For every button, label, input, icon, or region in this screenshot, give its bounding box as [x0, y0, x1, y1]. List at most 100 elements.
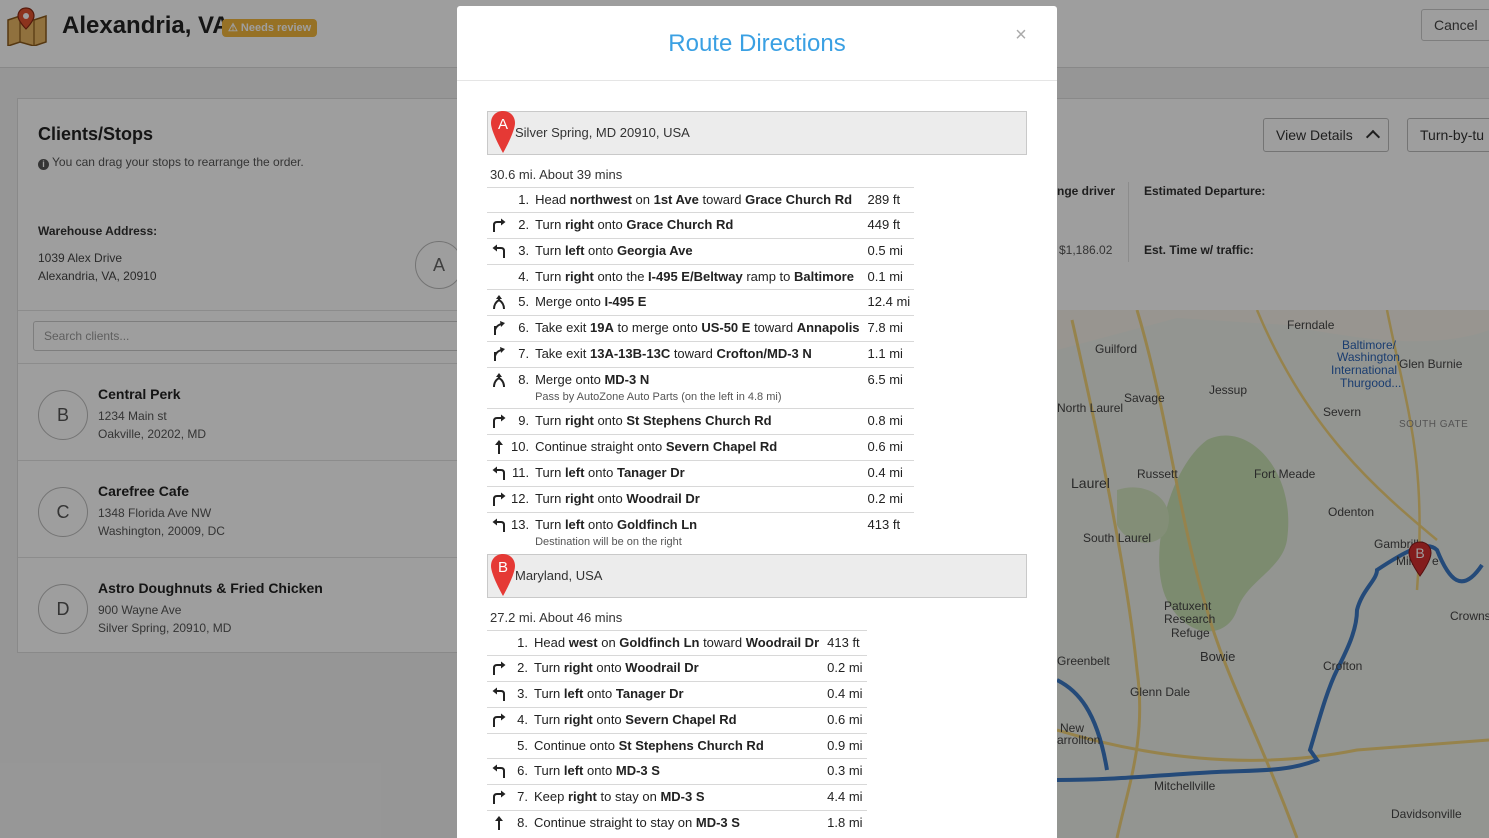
- instruction-highlight: MD-3 S: [660, 789, 705, 804]
- step-number: 6.: [511, 758, 534, 785]
- step-icon-cell: [487, 512, 511, 553]
- step-instruction: Turn right onto Woodrail Dr: [534, 655, 828, 682]
- step-number: 4.: [511, 264, 536, 290]
- direction-step: 6. Turn left onto MD-3 S 0.3 mi: [487, 758, 867, 785]
- instruction-highlight: 13A-13B-13C: [590, 346, 671, 361]
- step-number: 5.: [511, 733, 534, 759]
- turn-left-icon: [492, 687, 505, 701]
- instruction-text: onto: [584, 243, 617, 258]
- instruction-text: Head: [534, 635, 569, 650]
- ramp-right-icon: [494, 321, 505, 335]
- instruction-highlight: right: [564, 217, 594, 232]
- step-instruction: Keep right to stay on MD-3 S: [534, 784, 828, 811]
- turn-right-icon: [493, 661, 506, 675]
- instruction-highlight: Severn Chapel Rd: [625, 712, 737, 727]
- leg-summary: 27.2 mi. About 46 mins: [490, 610, 623, 625]
- step-instruction: Turn right onto the I-495 E/Beltway ramp…: [535, 264, 868, 290]
- step-instruction: Continue onto St Stephens Church Rd: [534, 733, 828, 759]
- instruction-highlight: left: [563, 763, 584, 778]
- step-distance: 0.9 mi: [827, 733, 867, 759]
- instruction-highlight: MD-3 N: [604, 372, 650, 387]
- instruction-text: Continue straight to stay on: [534, 815, 696, 830]
- step-distance: 0.4 mi: [867, 460, 915, 487]
- instruction-highlight: Grace Church Rd: [626, 217, 734, 232]
- step-instruction: Merge onto MD-3 N Pass by AutoZone Auto P…: [535, 367, 868, 409]
- instruction-highlight: MD-3 S: [695, 815, 740, 830]
- merge-icon: [493, 295, 505, 310]
- instruction-text: Merge onto: [535, 372, 605, 387]
- instruction-highlight: west: [568, 635, 598, 650]
- ramp-right-icon: [494, 347, 505, 361]
- step-icon-cell: [487, 434, 511, 461]
- step-number: 3.: [511, 238, 536, 265]
- step-icon-cell: [487, 238, 511, 265]
- step-distance: 0.2 mi: [827, 655, 867, 682]
- instruction-text: toward: [670, 346, 717, 361]
- directions-table: 1. Head west on Goldfinch Ln toward Woodr…: [487, 630, 867, 836]
- waypoint-address: Maryland, USA: [515, 568, 603, 583]
- step-icon-cell: [487, 460, 511, 487]
- step-icon-cell: [487, 408, 511, 435]
- instruction-highlight: Crofton/MD-3 N: [716, 346, 812, 361]
- step-icon-cell: [487, 486, 511, 513]
- step-instruction: Take exit 13A-13B-13C toward Crofton/MD-…: [535, 341, 868, 368]
- instruction-text: Head: [535, 192, 570, 207]
- step-instruction: Head northwest on 1st Ave toward Grace C…: [535, 187, 868, 213]
- direction-step: 2. Turn right onto Woodrail Dr 0.2 mi: [487, 655, 867, 682]
- step-instruction: Turn right onto Grace Church Rd: [535, 212, 868, 239]
- instruction-text: Take exit: [535, 320, 590, 335]
- instruction-highlight: left: [564, 465, 585, 480]
- instruction-highlight: Georgia Ave: [616, 243, 693, 258]
- direction-step: 4. Turn right onto the I-495 E/Beltway ra…: [487, 264, 915, 290]
- step-instruction: Turn right onto Woodrail Dr: [535, 486, 868, 513]
- instruction-text: Turn: [534, 763, 564, 778]
- instruction-highlight: left: [563, 686, 584, 701]
- turn-left-icon: [492, 518, 505, 532]
- step-number: 2.: [511, 655, 534, 682]
- step-number: 10.: [511, 434, 536, 461]
- close-icon[interactable]: ×: [1011, 23, 1031, 47]
- direction-step: 1. Head northwest on 1st Ave toward Grace…: [487, 187, 915, 213]
- direction-step: 3. Turn left onto Georgia Ave 0.5 mi: [487, 238, 915, 265]
- instruction-highlight: Goldfinch Ln: [616, 517, 698, 532]
- instruction-highlight: right: [564, 413, 594, 428]
- step-icon-cell: [487, 810, 511, 836]
- step-distance: 1.1 mi: [867, 341, 915, 368]
- step-number: 4.: [511, 707, 534, 734]
- instruction-highlight: MD-3 S: [615, 763, 660, 778]
- instruction-highlight: St Stephens Church Rd: [626, 413, 772, 428]
- step-number: 8.: [511, 810, 534, 836]
- instruction-text: onto: [592, 660, 626, 675]
- direction-step: 11. Turn left onto Tanager Dr 0.4 mi: [487, 460, 915, 487]
- instruction-text: on: [631, 192, 654, 207]
- directions-table: 1. Head northwest on 1st Ave toward Grace…: [487, 187, 915, 553]
- instruction-text: Continue straight onto: [535, 439, 666, 454]
- direction-step: 5. Merge onto I-495 E 12.4 mi: [487, 289, 915, 316]
- turn-right-icon: [493, 218, 506, 232]
- instruction-text: toward: [750, 320, 797, 335]
- step-icon-cell: [487, 707, 511, 734]
- step-number: 7.: [511, 341, 536, 368]
- step-icon-cell: [487, 289, 511, 316]
- instruction-highlight: Woodrail Dr: [626, 491, 700, 506]
- instruction-highlight: right: [563, 660, 593, 675]
- direction-step: 8. Continue straight to stay on MD-3 S 1.8…: [487, 810, 867, 836]
- instruction-text: to merge onto: [613, 320, 702, 335]
- instruction-text: Keep: [534, 789, 568, 804]
- instruction-text: Merge onto: [535, 294, 605, 309]
- instruction-text: onto: [583, 763, 616, 778]
- waypoint-address: Silver Spring, MD 20910, USA: [515, 125, 690, 140]
- instruction-text: ramp to: [742, 269, 794, 284]
- step-distance: 4.4 mi: [827, 784, 867, 811]
- modal-header: Route Directions ×: [457, 6, 1057, 81]
- instruction-text: Turn: [535, 243, 565, 258]
- direction-step: 7. Take exit 13A-13B-13C toward Crofton/M…: [487, 341, 915, 368]
- instruction-text: Take exit: [535, 346, 590, 361]
- step-icon-cell: [487, 784, 511, 811]
- marker-b-icon: B: [491, 554, 515, 596]
- step-instruction: Continue straight onto Severn Chapel Rd: [535, 434, 868, 461]
- instruction-text: to stay on: [596, 789, 661, 804]
- instruction-text: Turn: [534, 686, 564, 701]
- step-number: 2.: [511, 212, 536, 239]
- instruction-text: Turn: [535, 517, 565, 532]
